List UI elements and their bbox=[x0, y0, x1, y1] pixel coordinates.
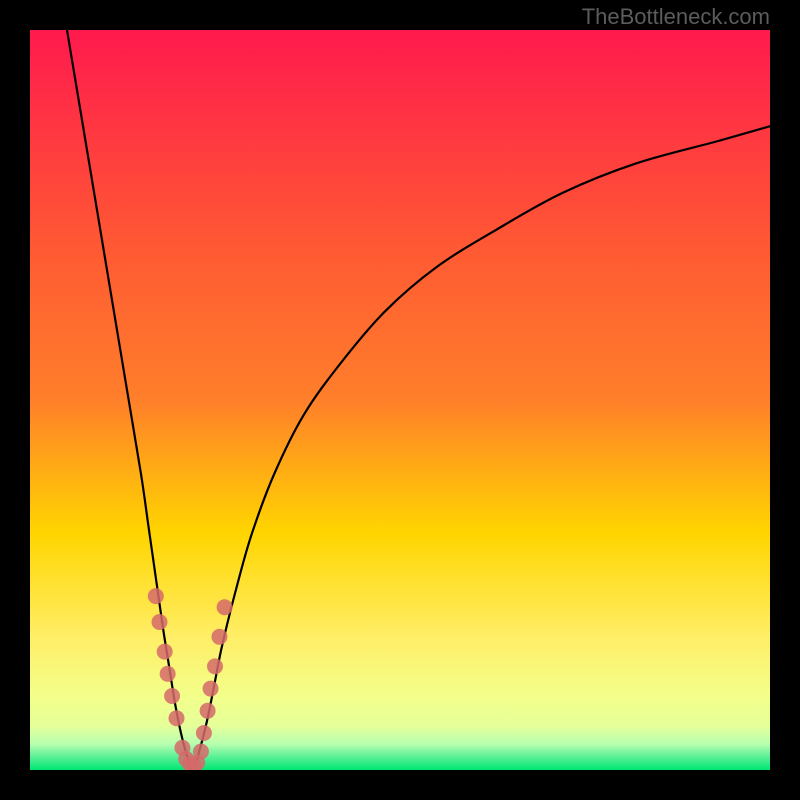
gradient-bg bbox=[30, 30, 770, 770]
data-marker bbox=[193, 744, 209, 760]
chart-frame: TheBottleneck.com bbox=[0, 0, 800, 800]
plot-svg bbox=[30, 30, 770, 770]
data-marker bbox=[148, 588, 164, 604]
data-marker bbox=[160, 666, 176, 682]
watermark-text: TheBottleneck.com bbox=[582, 4, 770, 30]
data-marker bbox=[169, 710, 185, 726]
data-marker bbox=[157, 644, 173, 660]
data-marker bbox=[200, 703, 216, 719]
data-marker bbox=[152, 614, 168, 630]
data-marker bbox=[207, 658, 223, 674]
data-marker bbox=[196, 725, 212, 741]
data-marker bbox=[203, 681, 219, 697]
plot-area bbox=[30, 30, 770, 770]
data-marker bbox=[211, 629, 227, 645]
data-marker bbox=[164, 688, 180, 704]
data-marker bbox=[217, 599, 233, 615]
